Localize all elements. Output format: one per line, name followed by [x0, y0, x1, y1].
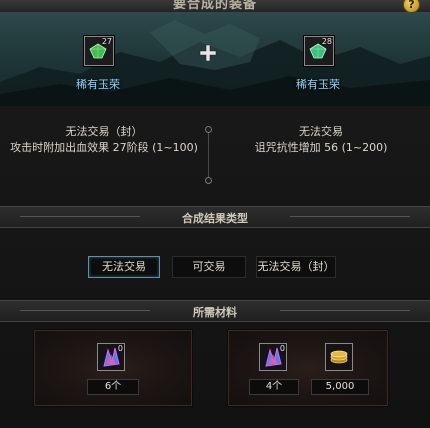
left-equipment-slot[interactable]: 27 — [84, 36, 114, 66]
result-option-tradeable[interactable]: 可交易 — [172, 256, 246, 278]
material-1-slot[interactable]: 0 — [97, 343, 125, 371]
material-box-2: 0 4个 5,000 — [228, 330, 388, 406]
right-slot-count: 28 — [321, 37, 332, 46]
gold-amount: 5,000 — [311, 379, 369, 395]
result-section-header: 合成结果类型 — [0, 206, 430, 228]
left-effect: 攻击时附加出血效果 27阶段 (1~100) — [10, 141, 198, 154]
materials-section-title: 所需材料 — [193, 306, 237, 319]
left-trade-status: 无法交易（封） — [65, 125, 143, 138]
materials-section-header: 所需材料 — [0, 300, 430, 322]
right-item-description: 无法交易 诅咒抗性增加 56 (1~200) — [216, 124, 426, 156]
result-section-title: 合成结果类型 — [182, 212, 248, 225]
material-2-required: 4个 — [249, 379, 299, 395]
left-slot-count: 27 — [101, 37, 112, 46]
header-title: 要合成的装备 — [172, 0, 257, 12]
result-option-sealed[interactable]: 无法交易（封） — [256, 256, 336, 278]
right-effect: 诅咒抗性增加 56 (1~200) — [254, 141, 388, 154]
description-divider — [208, 128, 209, 180]
gold-slot[interactable] — [325, 343, 353, 371]
material-box-1: 0 6个 — [34, 330, 192, 406]
material-1-slot-count: 0 — [117, 344, 123, 353]
combine-plus-icon — [199, 44, 217, 62]
material-2-slot-count: 0 — [279, 344, 285, 353]
gold-coin-icon — [330, 350, 348, 364]
material-1-required: 6个 — [87, 379, 139, 395]
left-item-name: 稀有玉荣 — [76, 78, 120, 91]
material-2-slot[interactable]: 0 — [259, 343, 287, 371]
result-option-untradeable[interactable]: 无法交易 — [88, 256, 160, 278]
right-item-name: 稀有玉荣 — [296, 78, 340, 91]
divider-bottom-dot — [205, 177, 212, 184]
divider-top-dot — [205, 126, 212, 133]
right-equipment-slot[interactable]: 28 — [304, 36, 334, 66]
right-trade-status: 无法交易 — [299, 125, 343, 138]
left-item-description: 无法交易（封） 攻击时附加出血效果 27阶段 (1~100) — [4, 124, 204, 156]
